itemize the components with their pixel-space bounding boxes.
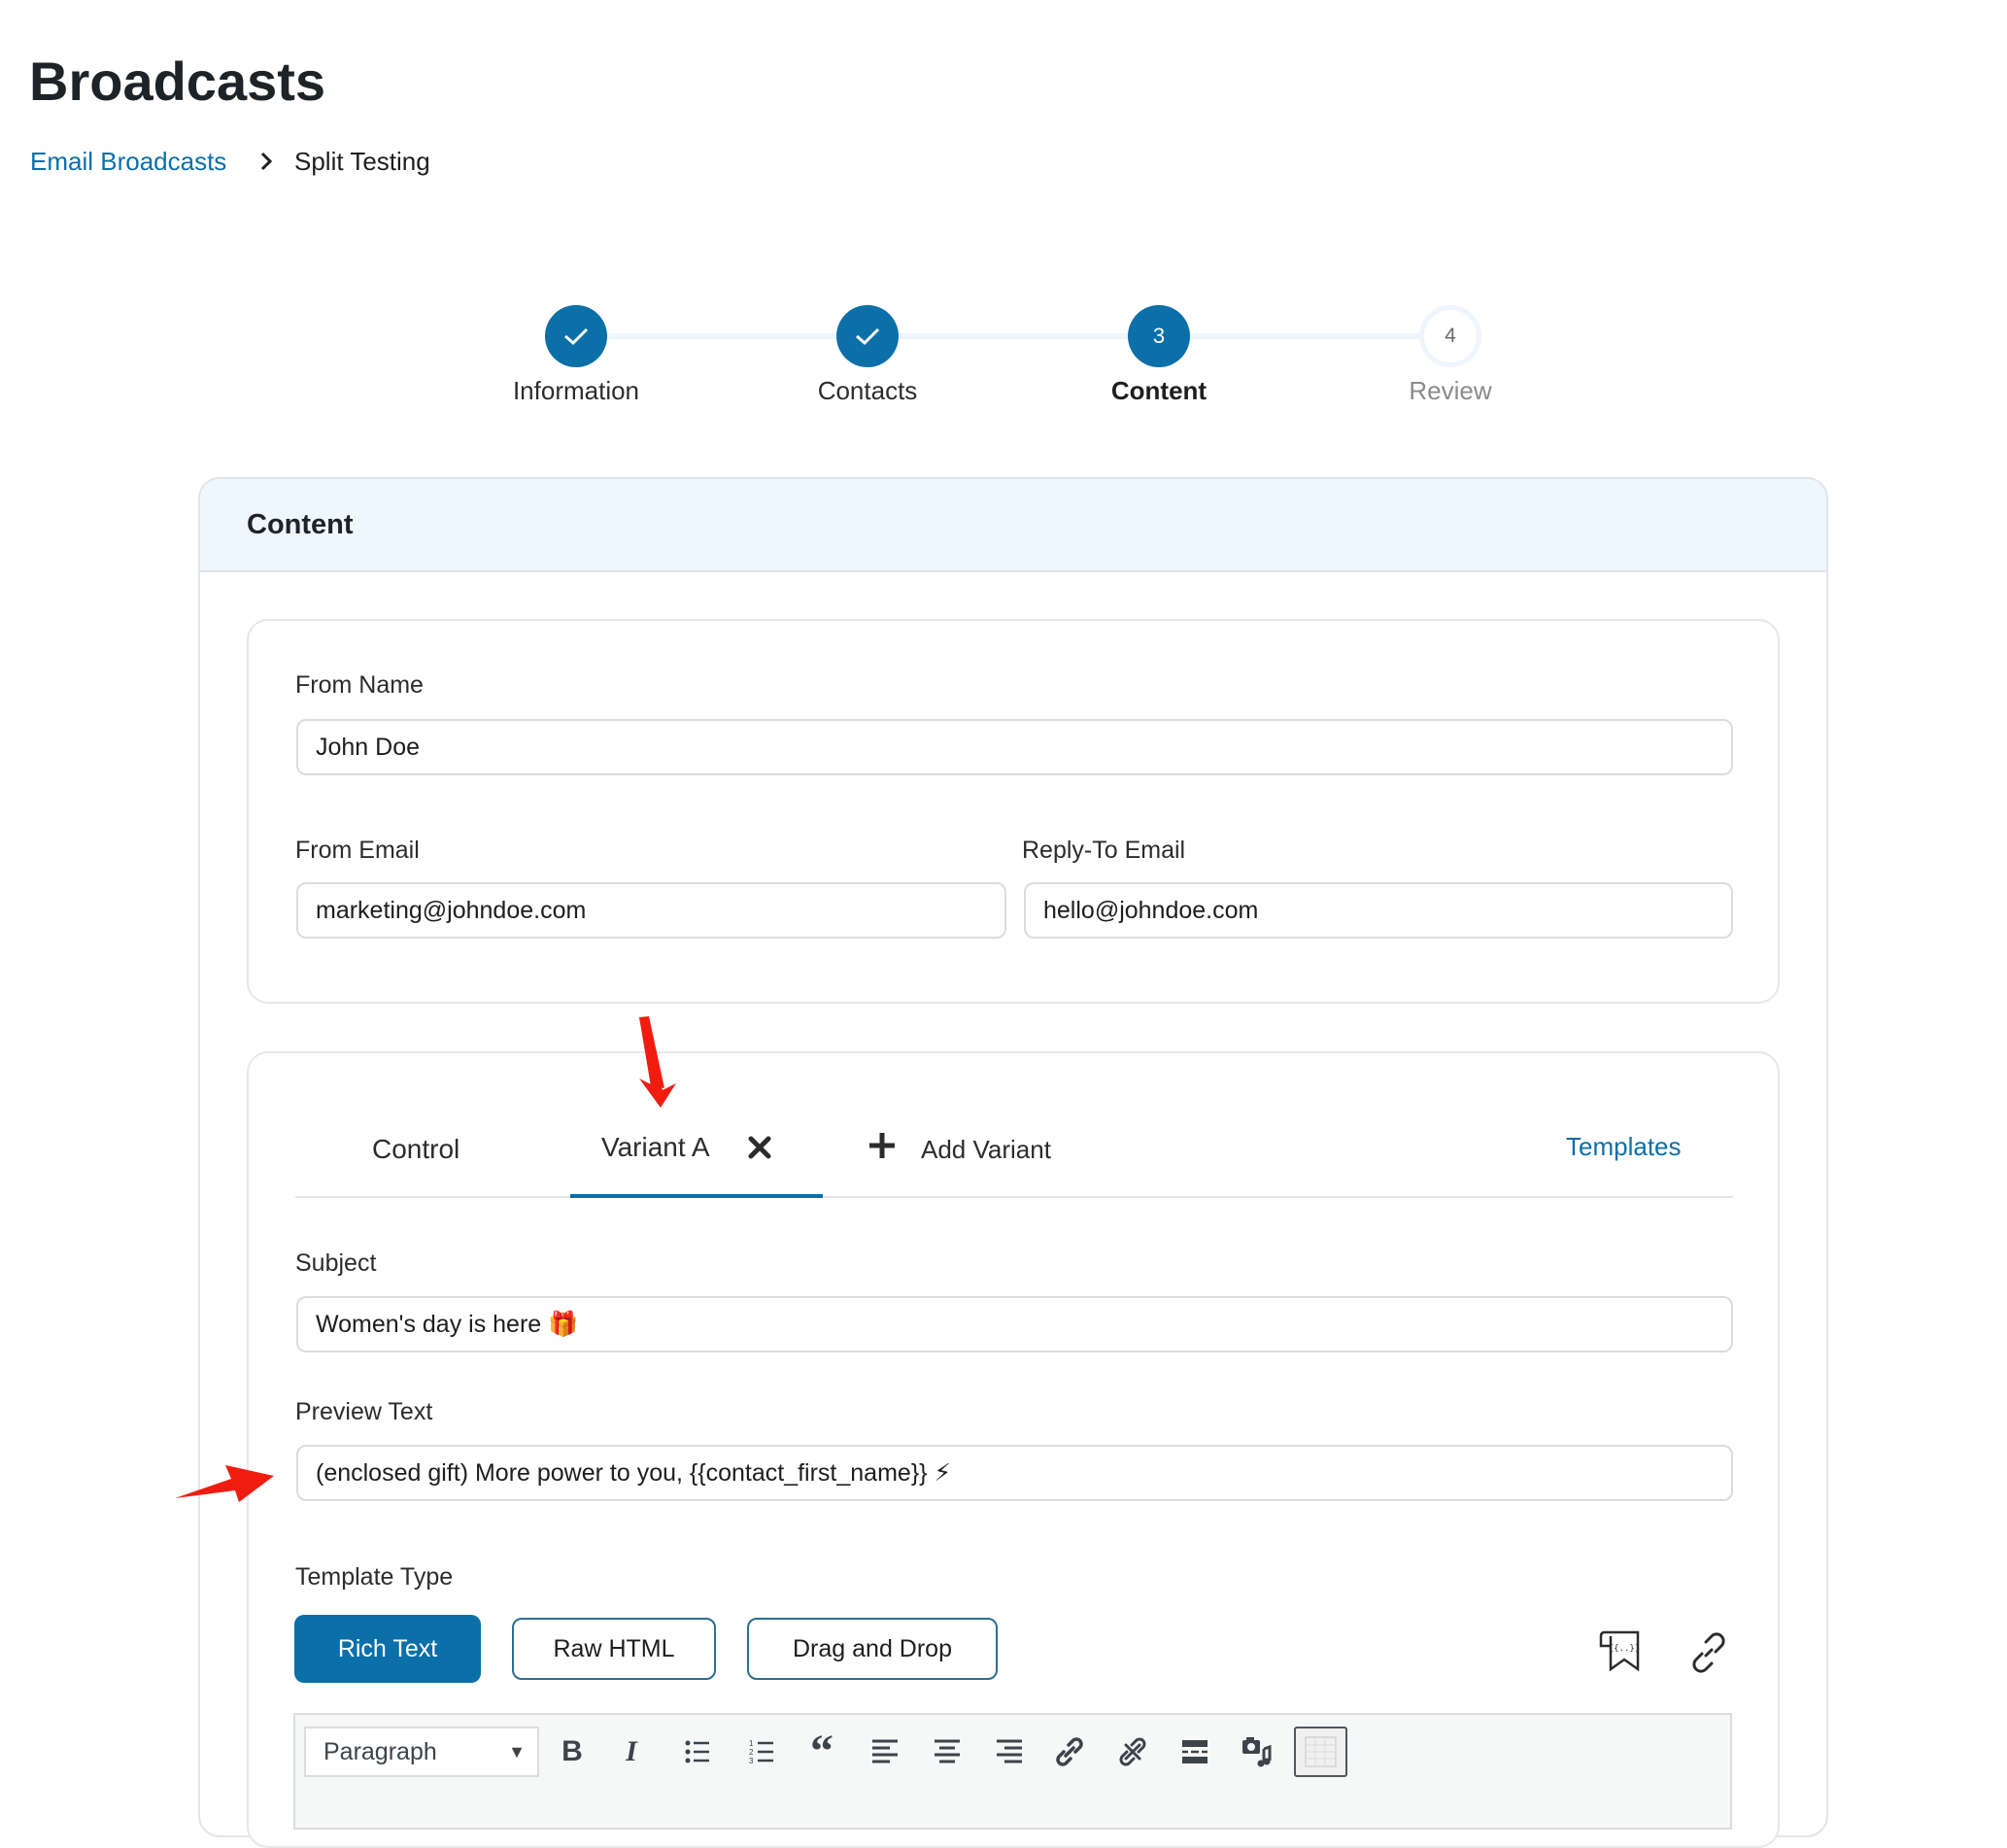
tabs-divider: [295, 1196, 1733, 1198]
step-information-label: Information: [512, 376, 640, 405]
preview-text-input[interactable]: (enclosed gift) More power to you, {{con…: [296, 1445, 1733, 1501]
bold-icon[interactable]: B: [553, 1732, 592, 1771]
remove-link-icon[interactable]: [1113, 1732, 1152, 1771]
breadcrumb-email-broadcasts[interactable]: Email Broadcasts: [30, 146, 226, 177]
insert-link-icon[interactable]: [1050, 1732, 1089, 1771]
align-left-icon[interactable]: [866, 1732, 904, 1771]
step-review-marker[interactable]: 4: [1419, 305, 1481, 367]
raw-html-button[interactable]: Raw HTML: [512, 1618, 716, 1680]
add-variant-button[interactable]: Add Variant: [921, 1133, 1051, 1166]
step-connector: [899, 333, 1128, 339]
content-card-header: Content: [200, 479, 1826, 572]
italic-icon[interactable]: I: [612, 1732, 651, 1771]
svg-text:{{..}}: {{..}}: [1609, 1644, 1641, 1654]
plus-icon[interactable]: [867, 1131, 897, 1160]
svg-text:2: 2: [749, 1748, 754, 1757]
step-content-marker[interactable]: 3: [1128, 305, 1190, 367]
align-center-icon[interactable]: [928, 1732, 967, 1771]
reply-to-input[interactable]: hello@johndoe.com: [1024, 882, 1733, 939]
close-variant-icon[interactable]: [747, 1135, 772, 1160]
step-information-check-icon[interactable]: [545, 305, 607, 367]
read-more-icon[interactable]: [1175, 1732, 1214, 1771]
active-tab-indicator: [570, 1194, 823, 1198]
svg-text:3: 3: [749, 1757, 754, 1765]
from-email-input[interactable]: marketing@johndoe.com: [296, 882, 1006, 939]
rich-text-button[interactable]: Rich Text: [294, 1615, 481, 1683]
paragraph-format-value: Paragraph: [323, 1738, 437, 1765]
sender-settings-card: [247, 619, 1780, 1004]
page-title: Broadcasts: [29, 51, 326, 112]
step-contacts-label: Contacts: [817, 376, 918, 405]
tab-control[interactable]: Control: [372, 1133, 459, 1166]
chevron-right-icon: [255, 146, 278, 177]
preview-text-label: Preview Text: [295, 1398, 433, 1425]
blockquote-icon[interactable]: “: [802, 1728, 841, 1775]
subject-label: Subject: [295, 1249, 377, 1277]
smart-tags-icon[interactable]: {{..}}: [1599, 1630, 1644, 1673]
toolbar-toggle-icon[interactable]: [1294, 1727, 1347, 1777]
templates-link[interactable]: Templates: [1566, 1131, 1682, 1162]
drag-and-drop-button[interactable]: Drag and Drop: [747, 1618, 998, 1680]
from-name-input[interactable]: John Doe: [296, 719, 1733, 775]
step-review-label: Review: [1409, 376, 1492, 405]
numbered-list-icon[interactable]: 123: [742, 1732, 781, 1771]
from-name-label: From Name: [295, 671, 424, 699]
paragraph-format-select[interactable]: Paragraph ▼: [304, 1727, 539, 1777]
tab-variant-a[interactable]: Variant A: [601, 1131, 710, 1164]
reply-to-label: Reply-To Email: [1022, 837, 1186, 864]
align-right-icon[interactable]: [990, 1732, 1029, 1771]
template-type-label: Template Type: [295, 1563, 454, 1591]
content-card-title: Content: [247, 509, 354, 540]
step-content-label: Content: [1110, 376, 1208, 405]
add-media-icon[interactable]: [1237, 1732, 1276, 1771]
from-email-label: From Email: [295, 837, 420, 864]
step-contacts-check-icon[interactable]: [836, 305, 899, 367]
subject-input[interactable]: Women's day is here 🎁: [296, 1296, 1733, 1352]
link-icon[interactable]: [1688, 1632, 1729, 1673]
svg-text:1: 1: [749, 1739, 754, 1748]
bullet-list-icon[interactable]: [678, 1732, 717, 1771]
caret-down-icon: ▼: [508, 1742, 526, 1762]
step-connector: [1190, 333, 1419, 339]
breadcrumb-current: Split Testing: [294, 147, 430, 176]
step-connector: [607, 333, 836, 339]
